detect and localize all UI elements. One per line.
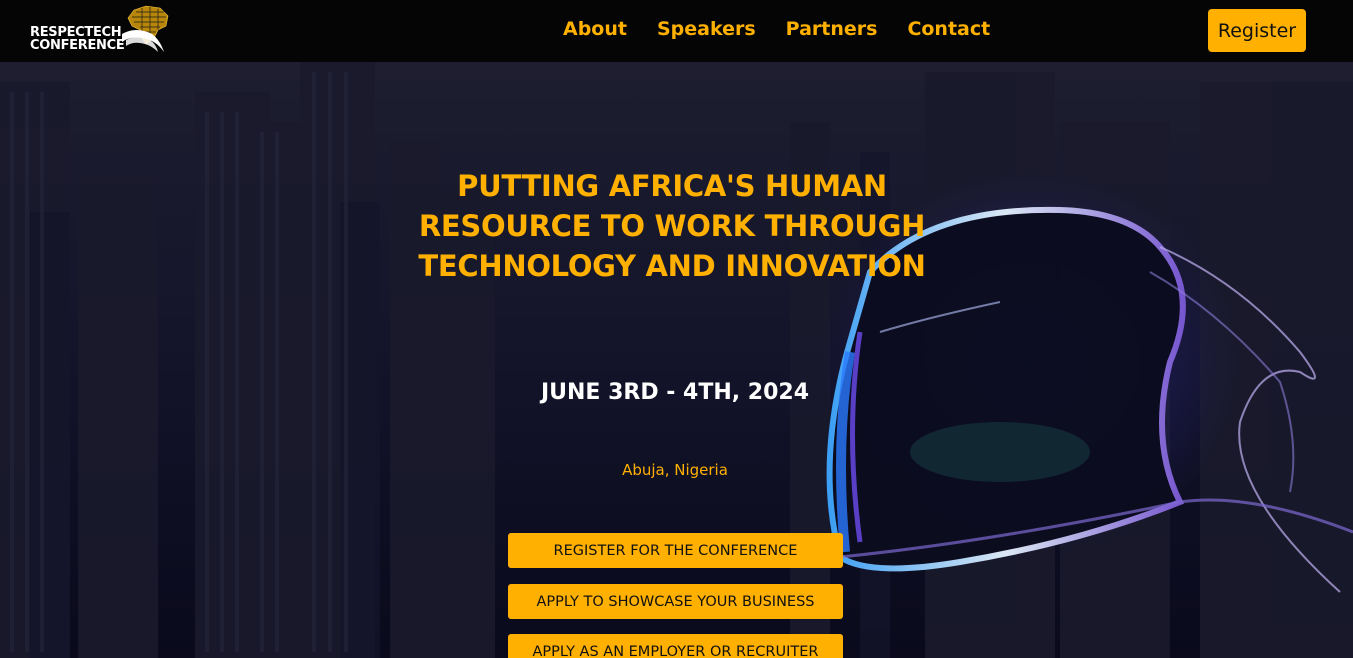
apply-employer-button[interactable]: APPLY AS AN EMPLOYER OR RECRUITER <box>508 634 843 658</box>
hero-title: PUTTING AFRICA'S HUMAN RESOURCE TO WORK … <box>418 169 926 283</box>
main-nav: About Speakers Partners Contact <box>563 18 990 40</box>
top-navbar: RESPECTECH CONFERENCE About Speakers Par… <box>0 0 1353 62</box>
logo-line-2: CONFERENCE <box>30 38 125 53</box>
register-button[interactable]: Register <box>1208 9 1306 52</box>
showcase-business-button[interactable]: APPLY TO SHOWCASE YOUR BUSINESS <box>508 584 843 619</box>
nav-contact-link[interactable]: Contact <box>907 18 990 40</box>
hero-section: PUTTING AFRICA'S HUMAN RESOURCE TO WORK … <box>0 62 1353 658</box>
register-conference-button[interactable]: REGISTER FOR THE CONFERENCE <box>508 533 843 568</box>
hero-background-image <box>0 62 1353 658</box>
site-logo[interactable]: RESPECTECH CONFERENCE <box>30 4 172 58</box>
nav-partners-link[interactable]: Partners <box>786 18 878 40</box>
event-location: Abuja, Nigeria <box>622 461 728 479</box>
nav-speakers-link[interactable]: Speakers <box>657 18 756 40</box>
logo-wordmark: RESPECTECH CONFERENCE <box>30 26 125 53</box>
nav-about-link[interactable]: About <box>563 18 627 40</box>
event-date: JUNE 3RD - 4TH, 2024 <box>540 380 810 405</box>
